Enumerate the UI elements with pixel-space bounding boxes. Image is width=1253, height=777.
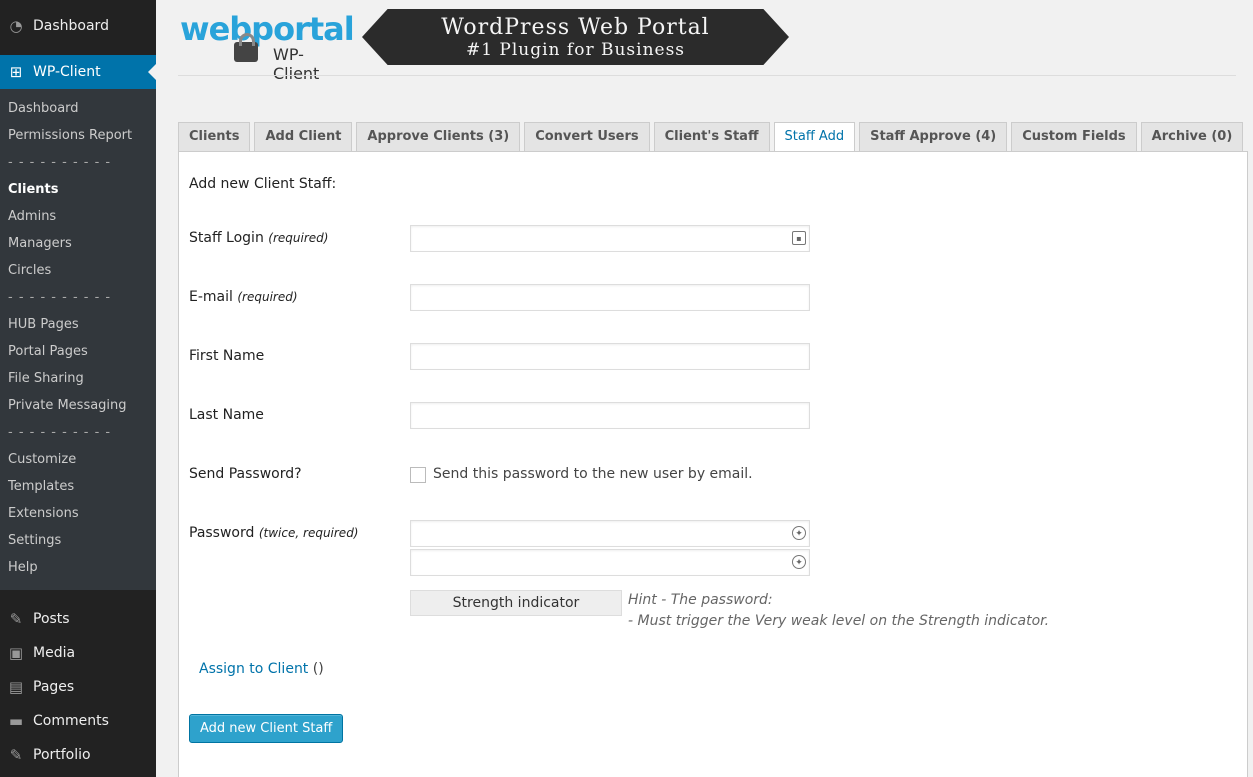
dashboard-icon: ◔ <box>9 17 23 35</box>
menu-dashboard-label: Dashboard <box>33 18 109 34</box>
password-note: (twice, required) <box>258 526 359 540</box>
email-input[interactable] <box>410 284 810 311</box>
tab-convert-users[interactable]: Convert Users <box>524 122 650 152</box>
staff-login-label-text: Staff Login <box>189 230 264 246</box>
submenu-help[interactable]: Help <box>0 554 156 581</box>
send-password-checkbox[interactable] <box>410 467 426 483</box>
form-title: Add new Client Staff: <box>189 176 337 192</box>
key-icon[interactable]: ✦ <box>792 526 806 540</box>
tab-bar: Clients Add Client Approve Clients (3) C… <box>178 122 1247 153</box>
staff-login-note: (required) <box>268 231 329 245</box>
staff-login-label: Staff Login (required) <box>189 230 328 246</box>
banner-line-1: WordPress Web Portal <box>441 14 710 40</box>
password-hint-line-1: Hint - The password: <box>628 592 773 608</box>
banner-line-2: #1 Plugin for Business <box>465 39 686 60</box>
password-label-text: Password <box>189 525 255 541</box>
send-password-text[interactable]: Send this password to the new user by em… <box>433 466 753 482</box>
sidebar-bottom-menu: ✎ Posts ▣ Media ▤ Pages ▬ Comments ✎ Por… <box>0 602 156 772</box>
menu-posts[interactable]: ✎ Posts <box>0 602 156 636</box>
menu-comments-label: Comments <box>33 713 109 729</box>
comment-icon: ▬ <box>8 712 24 730</box>
menu-pages-label: Pages <box>33 679 75 695</box>
add-client-staff-button[interactable]: Add new Client Staff <box>189 714 344 743</box>
menu-portfolio-label: Portfolio <box>33 747 91 763</box>
tab-custom-fields[interactable]: Custom Fields <box>1011 122 1137 152</box>
send-password-label: Send Password? <box>189 466 302 482</box>
submenu-permissions-report[interactable]: Permissions Report <box>0 122 156 149</box>
submenu-templates[interactable]: Templates <box>0 473 156 500</box>
lock-icon <box>234 33 258 62</box>
submenu-separator: - - - - - - - - - - <box>8 155 112 170</box>
assign-to-client-text[interactable]: Assign to Client <box>199 661 308 677</box>
webportal-logo: webportal WP-Client <box>180 10 355 83</box>
submenu-admins[interactable]: Admins <box>0 203 156 230</box>
header-divider <box>178 75 1236 76</box>
submenu-separator: - - - - - - - - - - <box>8 425 112 440</box>
password-confirm-input[interactable]: ✦ <box>410 549 810 576</box>
wp-client-submenu: Dashboard Permissions Report - - - - - -… <box>0 89 156 590</box>
tab-staff-add[interactable]: Staff Add <box>773 122 856 153</box>
last-name-input[interactable] <box>410 402 810 429</box>
submenu-portal-pages[interactable]: Portal Pages <box>0 338 156 365</box>
submenu-managers[interactable]: Managers <box>0 230 156 257</box>
tab-clients[interactable]: Clients <box>178 122 251 152</box>
submenu-hub-pages[interactable]: HUB Pages <box>0 311 156 338</box>
pushpin-icon: ✎ <box>9 610 23 628</box>
menu-media[interactable]: ▣ Media <box>0 636 156 670</box>
promo-banner: WordPress Web Portal #1 Plugin for Busin… <box>362 9 789 65</box>
strength-indicator: Strength indicator <box>410 590 622 616</box>
password-hint-line-2: - Must trigger the Very weak level on th… <box>628 613 1050 629</box>
email-label: E-mail (required) <box>189 289 298 305</box>
email-note: (required) <box>237 290 298 304</box>
email-label-text: E-mail <box>189 289 233 305</box>
submenu-circles[interactable]: Circles <box>0 257 156 284</box>
contact-card-icon[interactable]: ▪ <box>792 231 806 245</box>
submenu-file-sharing[interactable]: File Sharing <box>0 365 156 392</box>
staff-login-input[interactable]: ▪ <box>410 225 810 252</box>
menu-wp-client[interactable]: ⊞ WP-Client <box>0 55 156 89</box>
submenu-settings[interactable]: Settings <box>0 527 156 554</box>
page-icon: ▤ <box>8 678 24 696</box>
last-name-label: Last Name <box>189 407 264 423</box>
password-label: Password (twice, required) <box>189 525 359 541</box>
password-input[interactable]: ✦ <box>410 520 810 547</box>
tab-approve-clients[interactable]: Approve Clients (3) <box>356 122 521 152</box>
menu-media-label: Media <box>33 645 76 661</box>
menu-posts-label: Posts <box>33 611 70 627</box>
menu-comments[interactable]: ▬ Comments <box>0 704 156 738</box>
first-name-label: First Name <box>189 348 265 364</box>
logo-subtitle: WP-Client <box>273 45 320 83</box>
tab-staff-approve[interactable]: Staff Approve (4) <box>859 122 1008 152</box>
submenu-customize[interactable]: Customize <box>0 446 156 473</box>
submenu-extensions[interactable]: Extensions <box>0 500 156 527</box>
pushpin-icon: ✎ <box>9 746 23 764</box>
media-icon: ▣ <box>8 644 24 662</box>
first-name-input[interactable] <box>410 343 810 370</box>
tab-archive[interactable]: Archive (0) <box>1140 122 1244 152</box>
submenu-private-messaging[interactable]: Private Messaging <box>0 392 156 419</box>
assign-count: () <box>312 661 324 677</box>
tab-add-client[interactable]: Add Client <box>254 122 353 152</box>
tab-clients-staff[interactable]: Client's Staff <box>653 122 770 152</box>
logo-brand: webportal <box>180 10 355 48</box>
menu-portfolio[interactable]: ✎ Portfolio <box>0 738 156 772</box>
menu-pages[interactable]: ▤ Pages <box>0 670 156 704</box>
staff-add-panel: Add new Client Staff: Staff Login (requi… <box>178 151 1248 777</box>
admin-sidebar: ◔ Dashboard ⊞ WP-Client Dashboard Permis… <box>0 0 156 777</box>
submenu-clients[interactable]: Clients <box>0 176 156 203</box>
submenu-dashboard[interactable]: Dashboard <box>0 95 156 122</box>
sitemap-icon: ⊞ <box>9 63 23 81</box>
menu-wp-client-label: WP-Client <box>33 64 101 80</box>
menu-dashboard[interactable]: ◔ Dashboard <box>0 8 156 44</box>
submenu-separator: - - - - - - - - - - <box>8 290 112 305</box>
key-icon[interactable]: ✦ <box>792 555 806 569</box>
assign-to-client-link[interactable]: Assign to Client () <box>199 661 324 677</box>
